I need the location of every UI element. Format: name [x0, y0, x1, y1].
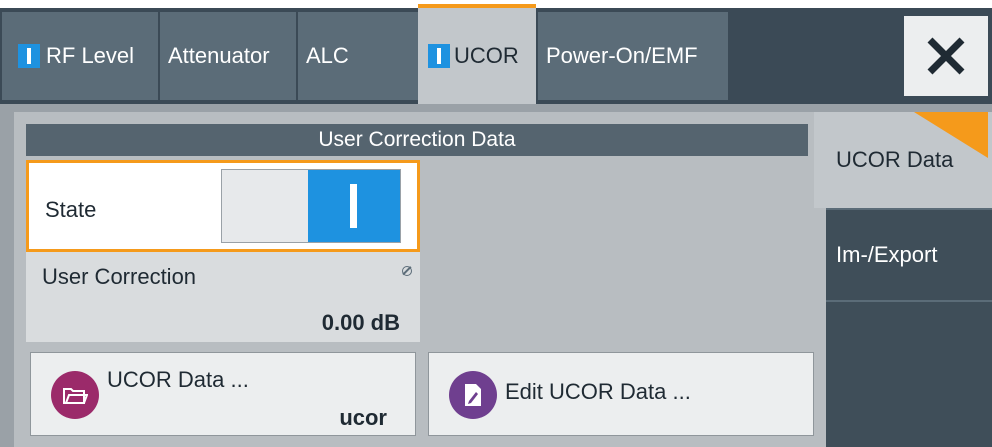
state-field[interactable]: State [26, 160, 420, 252]
tab-ucor[interactable]: UCOR [418, 4, 536, 104]
state-indicator-icon [18, 44, 40, 68]
tab-label: Power-On/EMF [546, 43, 698, 68]
tab-attenuator[interactable]: Attenuator [160, 12, 296, 100]
state-label: State [45, 197, 97, 222]
state-indicator-icon [428, 44, 450, 68]
folder-icon [51, 371, 99, 419]
user-correction-label: User Correction [42, 264, 197, 289]
ucor-data-button[interactable]: UCOR Data ... ucor [30, 352, 416, 436]
tab-label: Attenuator [168, 43, 270, 68]
toggle-on-indicator [308, 170, 400, 242]
tab-rf-level[interactable]: RF Level [2, 12, 158, 100]
tab-power-on-emf[interactable]: Power-On/EMF [538, 12, 728, 100]
tab-alc[interactable]: ALC [298, 12, 418, 100]
read-only-icon [402, 266, 412, 276]
state-toggle[interactable] [221, 169, 401, 243]
tab-label: RF Level [46, 43, 135, 68]
edit-document-icon [449, 371, 497, 419]
section-title: User Correction Data [26, 124, 808, 156]
active-corner-marker [914, 112, 988, 158]
close-button[interactable] [904, 16, 988, 96]
edit-ucor-data-button[interactable]: Edit UCOR Data ... [428, 352, 814, 436]
ucor-data-filename: ucor [339, 405, 387, 430]
side-tab-im-export[interactable]: Im-/Export [826, 210, 992, 300]
side-tab-label: Im-/Export [836, 242, 938, 267]
user-correction-value: 0.00 dB [321, 310, 400, 335]
close-icon [927, 37, 965, 75]
tab-label: UCOR [454, 43, 519, 68]
side-tab-empty [826, 302, 992, 447]
user-correction-field: User Correction 0.00 dB [26, 252, 420, 342]
ucor-data-button-label: UCOR Data ... [107, 367, 249, 392]
edit-ucor-data-button-label: Edit UCOR Data ... [505, 379, 691, 404]
tab-label: ALC [306, 43, 349, 68]
